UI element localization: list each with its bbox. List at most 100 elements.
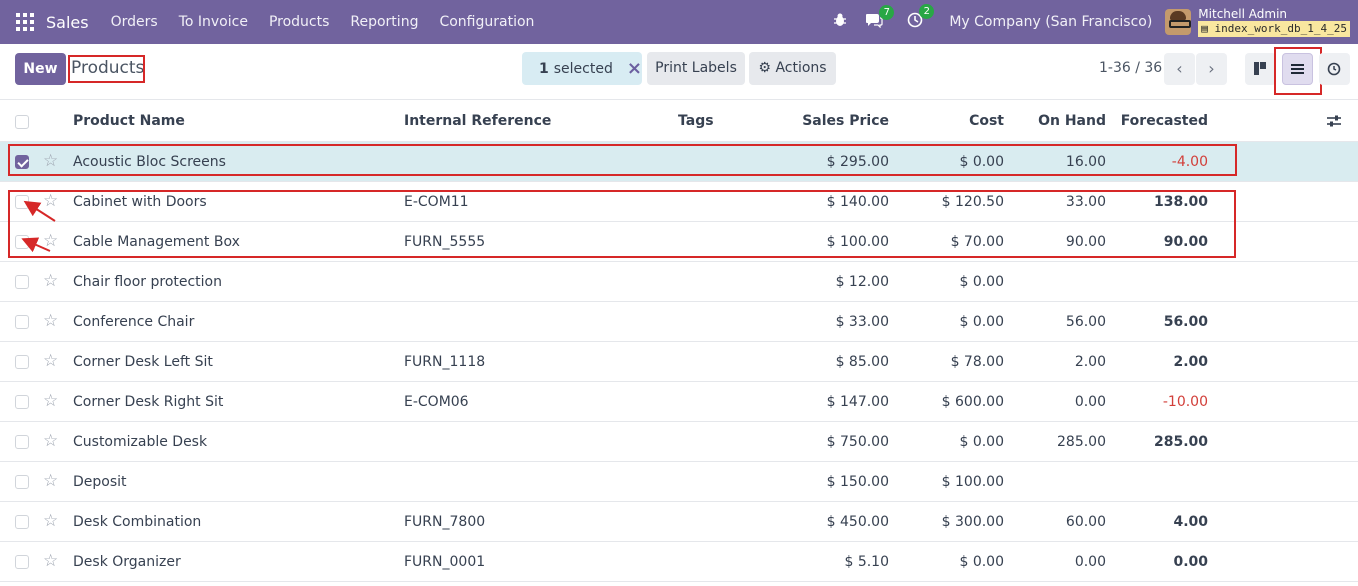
new-button[interactable]: New bbox=[15, 53, 66, 85]
bug-icon[interactable] bbox=[833, 13, 847, 31]
user-name: Mitchell Admin bbox=[1198, 7, 1288, 21]
row-checkbox[interactable] bbox=[15, 555, 29, 569]
sales-price-cell: $ 5.10 bbox=[844, 553, 889, 570]
print-labels-button[interactable]: Print Labels bbox=[647, 52, 745, 85]
forecasted-cell: 56.00 bbox=[1163, 313, 1208, 330]
product-name-cell: Acoustic Bloc Screens bbox=[73, 153, 226, 170]
star-icon[interactable]: ☆ bbox=[43, 432, 58, 450]
optional-columns-icon[interactable] bbox=[1326, 113, 1342, 129]
column-header-on-hand[interactable]: On Hand bbox=[1010, 100, 1106, 141]
close-icon[interactable]: × bbox=[627, 58, 642, 79]
cost-cell: $ 70.00 bbox=[950, 233, 1004, 250]
row-checkbox[interactable] bbox=[15, 315, 29, 329]
product-name-cell: Deposit bbox=[73, 473, 127, 490]
star-icon[interactable]: ☆ bbox=[43, 552, 58, 570]
kanban-view-button[interactable] bbox=[1245, 53, 1276, 85]
sales-price-cell: $ 450.00 bbox=[826, 513, 889, 530]
top-navbar: Sales Orders To Invoice Products Reporti… bbox=[0, 0, 1358, 44]
actions-button[interactable]: ⚙ Actions bbox=[749, 52, 836, 85]
table-row[interactable]: ☆ Desk Organizer FURN_0001 $ 5.10 $ 0.00 0.00… bbox=[0, 542, 1358, 582]
database-icon: ▤ bbox=[1201, 22, 1208, 35]
cost-cell: $ 0.00 bbox=[959, 273, 1004, 290]
table-row[interactable]: ☆ Cabinet with Doors E-COM11 $ 140.00 $ 120.… bbox=[0, 182, 1358, 222]
sales-price-cell: $ 33.00 bbox=[835, 313, 889, 330]
app-title[interactable]: Sales bbox=[46, 13, 89, 32]
menu-configuration[interactable]: Configuration bbox=[439, 14, 534, 30]
pager-previous-button[interactable]: ‹ bbox=[1164, 53, 1195, 85]
internal-reference-cell: FURN_0001 bbox=[404, 553, 486, 570]
apps-grid-icon[interactable] bbox=[16, 13, 34, 31]
cost-cell: $ 0.00 bbox=[959, 153, 1004, 170]
table-row[interactable]: ☆ Desk Combination FURN_7800 $ 450.00 $ 300.… bbox=[0, 502, 1358, 542]
user-menu[interactable]: Mitchell Admin ▤ index_work_db_1_4_25 bbox=[1198, 7, 1358, 37]
table-row[interactable]: ☆ Chair floor protection $ 12.00 $ 0.00 bbox=[0, 262, 1358, 302]
pager-next-button[interactable]: › bbox=[1196, 53, 1227, 85]
column-header-tags[interactable]: Tags bbox=[678, 100, 714, 141]
table-row[interactable]: ☆ Corner Desk Left Sit FURN_1118 $ 85.00 $ 7… bbox=[0, 342, 1358, 382]
on-hand-cell: 0.00 bbox=[1074, 553, 1106, 570]
table-row[interactable]: ☆ Conference Chair $ 33.00 $ 0.00 56.00 56.00 bbox=[0, 302, 1358, 342]
row-checkbox[interactable] bbox=[15, 355, 29, 369]
star-icon[interactable]: ☆ bbox=[43, 232, 58, 250]
product-name-cell: Cabinet with Doors bbox=[73, 193, 207, 210]
on-hand-cell: 56.00 bbox=[1065, 313, 1106, 330]
list-view-button[interactable] bbox=[1282, 53, 1313, 85]
star-icon[interactable]: ☆ bbox=[43, 352, 58, 370]
row-checkbox[interactable] bbox=[15, 515, 29, 529]
activity-clock-icon[interactable]: 2 bbox=[907, 4, 935, 32]
product-name-cell: Desk Combination bbox=[73, 513, 202, 530]
star-icon[interactable]: ☆ bbox=[43, 152, 58, 170]
row-checkbox[interactable] bbox=[15, 195, 29, 209]
star-icon[interactable]: ☆ bbox=[43, 512, 58, 530]
chat-icon[interactable]: 7 bbox=[865, 4, 895, 32]
table-row[interactable]: ☆ Corner Desk Right Sit E-COM06 $ 147.00 $ 6… bbox=[0, 382, 1358, 422]
on-hand-cell: 90.00 bbox=[1065, 233, 1106, 250]
star-icon[interactable]: ☆ bbox=[43, 272, 58, 290]
table-row[interactable]: ☆ Cable Management Box FURN_5555 $ 100.00 $ … bbox=[0, 222, 1358, 262]
row-checkbox[interactable] bbox=[15, 395, 29, 409]
on-hand-cell: 285.00 bbox=[1057, 433, 1106, 450]
column-header-sales-price[interactable]: Sales Price bbox=[770, 100, 889, 141]
star-icon[interactable]: ☆ bbox=[43, 392, 58, 410]
forecasted-cell: 0.00 bbox=[1173, 553, 1208, 570]
star-icon[interactable]: ☆ bbox=[43, 472, 58, 490]
menu-orders[interactable]: Orders bbox=[111, 14, 158, 30]
sales-price-cell: $ 85.00 bbox=[835, 353, 889, 370]
cost-cell: $ 120.50 bbox=[941, 193, 1004, 210]
internal-reference-cell: FURN_5555 bbox=[404, 233, 486, 250]
avatar[interactable] bbox=[1165, 9, 1192, 35]
activity-view-icon bbox=[1327, 62, 1341, 76]
table-row[interactable]: ☆ Acoustic Bloc Screens $ 295.00 $ 0.00 16.0… bbox=[0, 142, 1358, 182]
pager-value[interactable]: 1-36 / 36 bbox=[1099, 60, 1162, 76]
menu-to-invoice[interactable]: To Invoice bbox=[179, 14, 248, 30]
products-list-table: Product Name Internal Reference Tags Sal… bbox=[0, 100, 1358, 582]
star-icon[interactable]: ☆ bbox=[43, 312, 58, 330]
menu-reporting[interactable]: Reporting bbox=[350, 14, 418, 30]
table-row[interactable]: ☆ Customizable Desk $ 750.00 $ 0.00 285.00 28… bbox=[0, 422, 1358, 462]
selected-label: selected bbox=[553, 60, 613, 77]
select-all-checkbox[interactable] bbox=[15, 115, 29, 129]
sales-price-cell: $ 147.00 bbox=[826, 393, 889, 410]
activity-view-button[interactable] bbox=[1319, 53, 1350, 85]
on-hand-cell: 33.00 bbox=[1065, 193, 1106, 210]
star-icon[interactable]: ☆ bbox=[43, 192, 58, 210]
column-header-cost[interactable]: Cost bbox=[900, 100, 1004, 141]
row-checkbox[interactable] bbox=[15, 155, 29, 169]
column-header-internal-reference[interactable]: Internal Reference bbox=[404, 100, 551, 141]
sales-price-cell: $ 150.00 bbox=[826, 473, 889, 490]
row-checkbox[interactable] bbox=[15, 435, 29, 449]
internal-reference-cell: E-COM06 bbox=[404, 393, 469, 410]
internal-reference-cell: FURN_7800 bbox=[404, 513, 486, 530]
menu-products[interactable]: Products bbox=[269, 14, 329, 30]
cost-cell: $ 300.00 bbox=[941, 513, 1004, 530]
internal-reference-cell: FURN_1118 bbox=[404, 353, 486, 370]
row-checkbox[interactable] bbox=[15, 235, 29, 249]
column-header-forecasted[interactable]: Forecasted bbox=[1110, 100, 1208, 141]
company-switcher[interactable]: My Company (San Francisco) bbox=[949, 14, 1152, 30]
column-header-product-name[interactable]: Product Name bbox=[73, 100, 185, 141]
row-checkbox[interactable] bbox=[15, 475, 29, 489]
forecasted-cell: 138.00 bbox=[1153, 193, 1208, 210]
row-checkbox[interactable] bbox=[15, 275, 29, 289]
table-row[interactable]: ☆ Deposit $ 150.00 $ 100.00 bbox=[0, 462, 1358, 502]
product-name-cell: Chair floor protection bbox=[73, 273, 222, 290]
